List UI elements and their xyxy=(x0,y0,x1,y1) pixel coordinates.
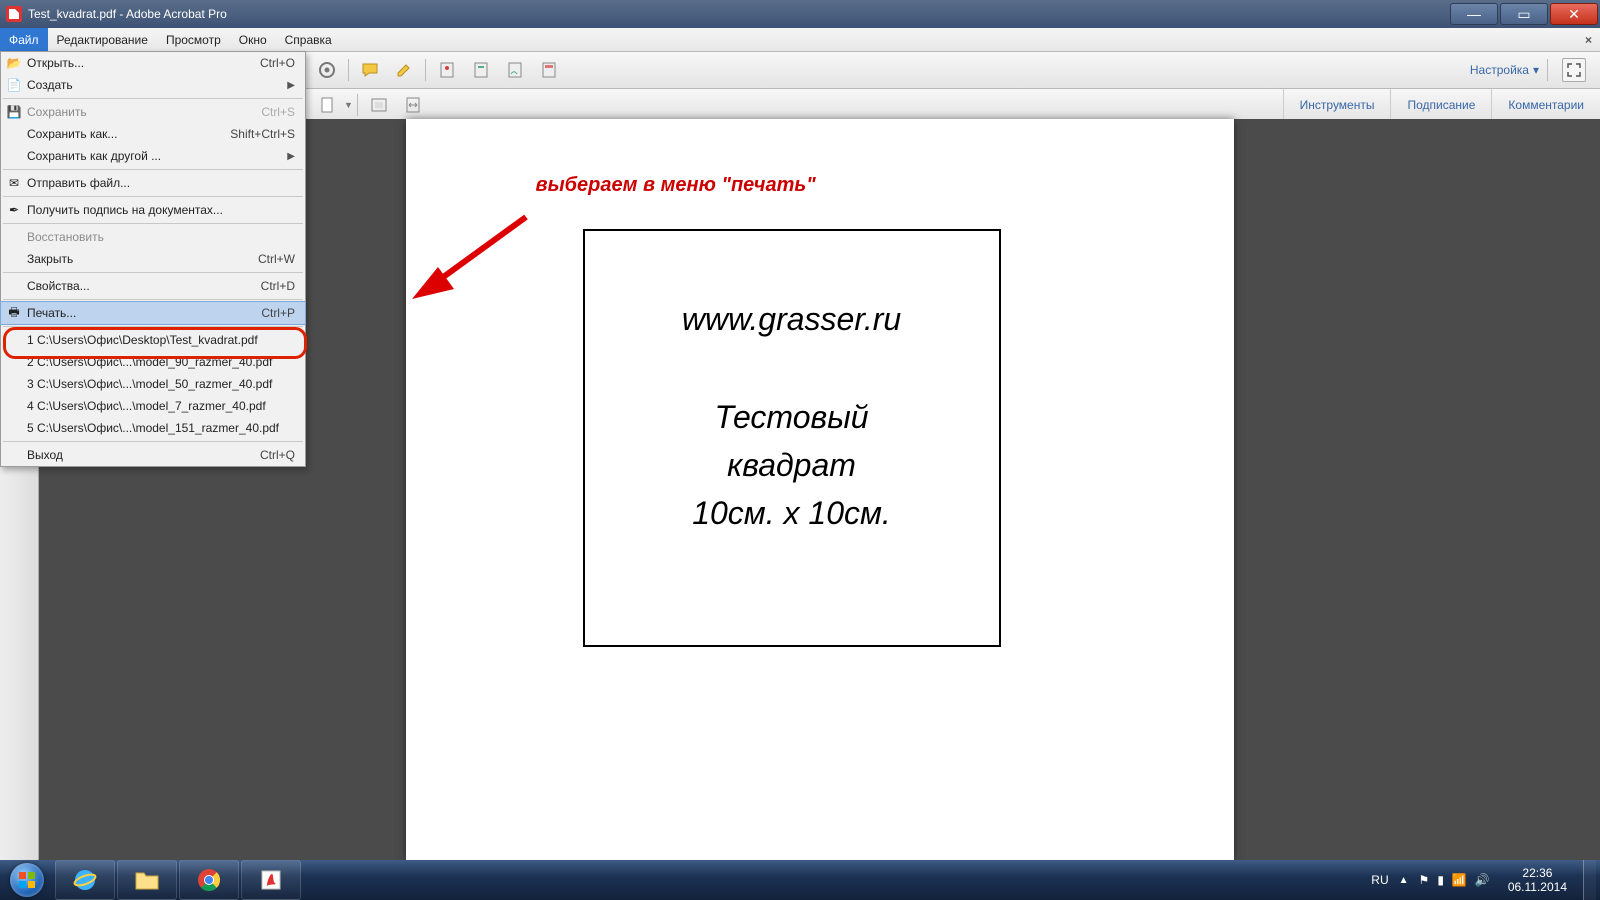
menubar-close-icon[interactable]: × xyxy=(1577,28,1600,51)
menu-send-file[interactable]: ✉ Отправить файл... xyxy=(1,172,305,194)
menu-recent-5[interactable]: 5 C:\Users\Офис\...\model_151_razmer_40.… xyxy=(1,417,305,439)
submenu-arrow-icon: ▶ xyxy=(287,80,295,91)
menu-create[interactable]: 📄 Создать ▶ xyxy=(1,74,305,96)
window-controls: ― ▭ ✕ xyxy=(1450,3,1600,25)
test-square: www.grasser.ru Тестовый квадрат 10см. х … xyxy=(583,229,1001,647)
sign-pane-button[interactable]: Подписание xyxy=(1390,89,1491,121)
menu-save-other[interactable]: Сохранить как другой ... ▶ xyxy=(1,145,305,167)
chrome-icon xyxy=(197,868,221,892)
taskbar-ie[interactable] xyxy=(55,860,115,900)
system-tray: RU ▲ ⚑ ▮ 📶 🔊 22:36 06.11.2014 xyxy=(1371,860,1600,900)
folder-open-icon: 📂 xyxy=(6,55,22,71)
battery-icon[interactable]: ▮ xyxy=(1437,873,1444,887)
language-indicator[interactable]: RU xyxy=(1371,873,1388,887)
menu-file[interactable]: Файл xyxy=(0,28,48,51)
menu-recent-4[interactable]: 4 C:\Users\Офис\...\model_7_razmer_40.pd… xyxy=(1,395,305,417)
menu-exit[interactable]: Выход Ctrl+Q xyxy=(1,444,305,466)
menu-open[interactable]: 📂 Открыть... Ctrl+O xyxy=(1,52,305,74)
volume-icon[interactable]: 🔊 xyxy=(1475,873,1490,887)
windows-logo-icon xyxy=(18,871,36,889)
highlight-icon[interactable] xyxy=(393,59,415,81)
maximize-button[interactable]: ▭ xyxy=(1500,3,1548,25)
menu-print[interactable]: 🖶 Печать... Ctrl+P xyxy=(1,302,305,324)
annotation-text: выбераем в меню "печать" xyxy=(536,174,816,197)
comment-bubble-icon[interactable] xyxy=(359,59,381,81)
annotation-arrow-icon xyxy=(406,209,536,309)
close-button[interactable]: ✕ xyxy=(1550,3,1598,25)
menu-close-file[interactable]: Закрыть Ctrl+W xyxy=(1,248,305,270)
sign-doc-icon[interactable] xyxy=(504,59,526,81)
network-icon[interactable]: 📶 xyxy=(1452,873,1467,887)
menu-help[interactable]: Справка xyxy=(276,28,341,51)
document-body-text: Тестовый квадрат 10см. х 10см. xyxy=(692,393,891,537)
menu-recent-2[interactable]: 2 C:\Users\Офис\...\model_90_razmer_40.p… xyxy=(1,351,305,373)
menu-save: 💾 Сохранить Ctrl+S xyxy=(1,101,305,123)
comments-pane-button[interactable]: Комментарии xyxy=(1491,89,1600,121)
acrobat-app-icon xyxy=(6,6,22,22)
folder-icon xyxy=(134,869,160,891)
menu-recent-1[interactable]: 1 C:\Users\Офис\Desktop\Test_kvadrat.pdf xyxy=(1,329,305,351)
fullscreen-icon[interactable] xyxy=(1562,58,1586,82)
taskbar-explorer[interactable] xyxy=(117,860,177,900)
page-nav-icon[interactable] xyxy=(316,94,338,116)
fit-width-icon[interactable] xyxy=(402,94,424,116)
action-center-icon[interactable]: ⚑ xyxy=(1419,873,1430,887)
menu-get-signature[interactable]: ✒ Получить подпись на документах... xyxy=(1,199,305,221)
show-desktop-button[interactable] xyxy=(1583,860,1596,900)
menu-save-as[interactable]: Сохранить как... Shift+Ctrl+S xyxy=(1,123,305,145)
menu-properties[interactable]: Свойства... Ctrl+D xyxy=(1,275,305,297)
create-pdf-icon: 📄 xyxy=(6,77,22,93)
mail-icon: ✉ xyxy=(6,175,22,191)
customize-tools-icon[interactable] xyxy=(316,59,338,81)
windows-taskbar: RU ▲ ⚑ ▮ 📶 🔊 22:36 06.11.2014 xyxy=(0,860,1600,900)
pdf-page: выбераем в меню "печать" www.grasser.ru … xyxy=(406,119,1234,860)
file-menu-dropdown: 📂 Открыть... Ctrl+O 📄 Создать ▶ 💾 Сохран… xyxy=(0,51,306,467)
chevron-down-icon[interactable]: ▼ xyxy=(344,100,353,110)
chevron-down-icon[interactable]: ▾ xyxy=(1533,63,1539,77)
minimize-button[interactable]: ― xyxy=(1450,3,1498,25)
titlebar: Test_kvadrat.pdf - Adobe Acrobat Pro ― ▭… xyxy=(0,0,1600,28)
form-icon[interactable] xyxy=(538,59,560,81)
menubar: Файл Редактирование Просмотр Окно Справк… xyxy=(0,28,1600,52)
window-title: Test_kvadrat.pdf - Adobe Acrobat Pro xyxy=(28,7,227,21)
menu-revert: Восстановить xyxy=(1,226,305,248)
signature-icon: ✒ xyxy=(6,202,22,218)
menu-recent-3[interactable]: 3 C:\Users\Офис\...\model_50_razmer_40.p… xyxy=(1,373,305,395)
fit-page-icon[interactable] xyxy=(368,94,390,116)
taskbar-clock[interactable]: 22:36 06.11.2014 xyxy=(1508,866,1567,895)
attach-icon[interactable] xyxy=(470,59,492,81)
customize-dropdown[interactable]: Настройка xyxy=(1470,63,1529,77)
ie-icon xyxy=(72,867,98,893)
submenu-arrow-icon: ▶ xyxy=(287,151,295,162)
taskbar-acrobat[interactable] xyxy=(241,860,301,900)
taskbar-chrome[interactable] xyxy=(179,860,239,900)
print-icon: 🖶 xyxy=(6,305,22,321)
menu-view[interactable]: Просмотр xyxy=(157,28,230,51)
tools-pane-button[interactable]: Инструменты xyxy=(1283,89,1391,121)
stamp-icon[interactable] xyxy=(436,59,458,81)
menu-edit[interactable]: Редактирование xyxy=(48,28,157,51)
document-url-text: www.grasser.ru xyxy=(682,301,901,338)
start-button[interactable] xyxy=(0,860,54,900)
acrobat-icon xyxy=(260,869,282,891)
save-icon: 💾 xyxy=(6,104,22,120)
menu-window[interactable]: Окно xyxy=(230,28,276,51)
tray-chevron-up-icon[interactable]: ▲ xyxy=(1399,875,1409,886)
